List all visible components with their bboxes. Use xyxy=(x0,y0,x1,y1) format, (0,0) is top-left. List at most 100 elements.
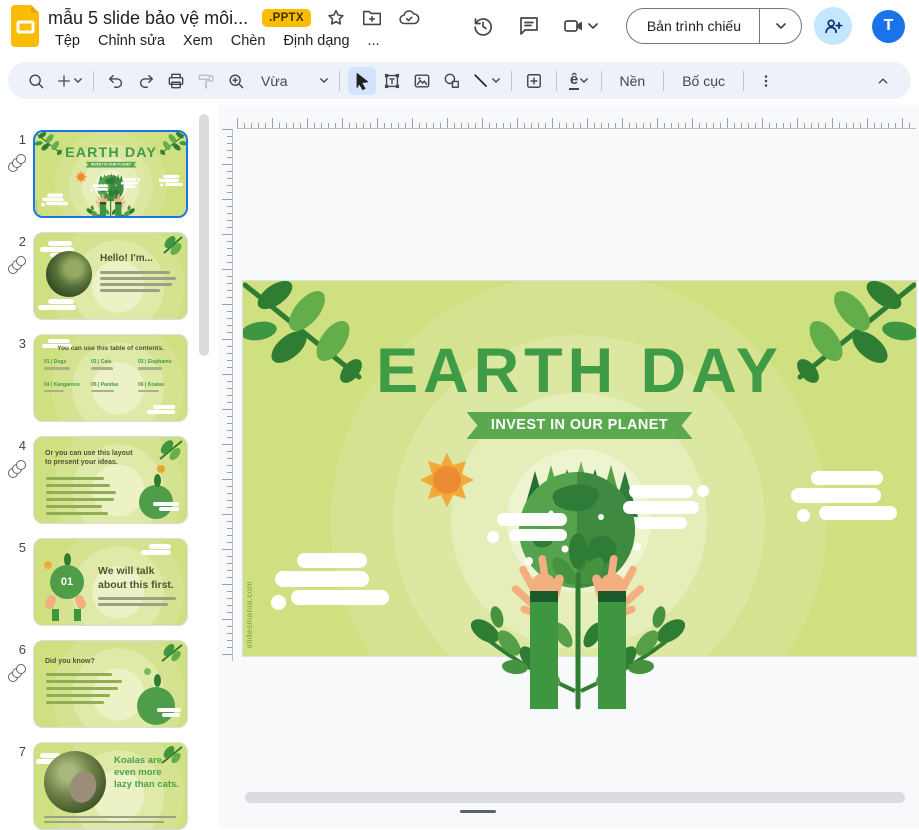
filmstrip-row-2: 2 Hello! I'm... xyxy=(0,232,218,320)
layout-button[interactable]: Bố cục xyxy=(672,69,735,93)
file-type-badge: .PPTX xyxy=(262,9,311,27)
document-title[interactable]: mẫu 5 slide bảo vệ môi... xyxy=(48,8,248,29)
slide5-body-lines xyxy=(98,597,176,606)
transition-indicator-icon[interactable] xyxy=(8,256,28,276)
menu-view[interactable]: Xem xyxy=(176,31,220,51)
new-slide-button[interactable] xyxy=(52,67,85,95)
sprout-graphic xyxy=(154,674,161,687)
version-history-button[interactable] xyxy=(460,6,506,46)
insert-line-button[interactable] xyxy=(468,67,503,95)
leaf-graphic xyxy=(154,643,184,667)
menu-bar: Tệp Chỉnh sửa Xem Chèn Định dạng ... xyxy=(48,31,387,51)
print-button[interactable] xyxy=(162,67,190,95)
more-options-button[interactable] xyxy=(752,67,780,95)
slide-thumbnail-5[interactable]: 01 We will talk about this first. xyxy=(33,538,188,626)
google-slides-logo-icon[interactable] xyxy=(11,5,41,47)
menu-format[interactable]: Định dạng xyxy=(276,31,356,51)
meet-button[interactable] xyxy=(552,6,608,46)
paint-format-button[interactable] xyxy=(192,67,220,95)
zoom-in-button[interactable] xyxy=(222,67,250,95)
filmstrip-row-5: 5 01 We will talk about this first. xyxy=(0,538,218,626)
chevron-down-icon xyxy=(320,78,328,83)
zoom-in-icon xyxy=(226,71,246,91)
transition-indicator-icon[interactable] xyxy=(8,664,28,684)
search-menus-button[interactable] xyxy=(22,67,50,95)
menu-insert[interactable]: Chèn xyxy=(224,31,273,51)
cloud-graphic xyxy=(38,299,82,313)
share-button[interactable] xyxy=(814,7,852,45)
cloud-graphic xyxy=(147,405,181,415)
slide2-photo xyxy=(46,251,92,297)
leaf-graphic xyxy=(150,439,184,465)
menu-overflow[interactable]: ... xyxy=(361,31,387,51)
menu-edit[interactable]: Chỉnh sửa xyxy=(91,31,172,51)
chevron-down-icon xyxy=(588,23,598,29)
toc-item: 01 | Dogs xyxy=(44,359,85,365)
document-title-row: mẫu 5 slide bảo vệ môi... .PPTX xyxy=(48,6,421,30)
transition-indicator-icon[interactable] xyxy=(8,154,28,174)
cloud-graphic xyxy=(157,708,185,717)
select-tool-button[interactable] xyxy=(348,67,376,95)
slide-title-text[interactable]: EARTH DAY xyxy=(243,335,916,407)
slide-thumbnail-2[interactable]: Hello! I'm... xyxy=(33,232,188,320)
filmstrip-scrollbar[interactable] xyxy=(199,114,209,356)
present-button[interactable]: Bản trình chiếu xyxy=(627,18,759,34)
slide-thumbnail-6[interactable]: Did you know? xyxy=(33,640,188,728)
toolbar: Vừa ê Nền Bố cục xyxy=(8,62,911,99)
transition-indicator-icon[interactable] xyxy=(8,460,28,480)
star-icon[interactable] xyxy=(325,7,347,29)
canvas-horizontal-scrollbar[interactable] xyxy=(245,792,905,803)
present-options-button[interactable] xyxy=(759,8,801,44)
redo-icon xyxy=(136,71,156,91)
slide-filmstrip: 1 xyxy=(0,105,218,828)
slide-thumbnail-4[interactable]: Or you can use this layout to present yo… xyxy=(33,436,188,524)
move-to-folder-icon[interactable] xyxy=(361,7,383,29)
person-add-icon xyxy=(822,15,844,37)
filmstrip-row-1: 1 xyxy=(0,130,218,218)
toolbar-separator xyxy=(743,71,744,91)
input-tools-button[interactable]: ê xyxy=(565,67,593,95)
line-icon xyxy=(471,71,491,91)
input-tools-icon: ê xyxy=(569,72,579,90)
insert-image-button[interactable] xyxy=(408,67,436,95)
collapse-menus-button[interactable] xyxy=(869,67,897,95)
slide3-toc-grid: 01 | Dogs 02 | Cats 03 | Elephants 04 | … xyxy=(44,359,179,392)
image-icon xyxy=(412,71,432,91)
chevron-up-icon xyxy=(874,72,892,90)
bee-graphic xyxy=(144,668,151,675)
leaf-graphic xyxy=(156,235,184,259)
more-vertical-icon xyxy=(757,72,775,90)
cloud-graphic xyxy=(153,502,183,511)
slide-canvas[interactable]: EARTH DAY INVEST IN OUR PLANET xyxy=(243,281,916,656)
header-actions: Bản trình chiếu T xyxy=(460,6,909,46)
slide-number: 3 xyxy=(0,336,26,351)
slide6-title: Did you know? xyxy=(45,657,137,666)
account-avatar[interactable]: T xyxy=(872,10,905,43)
slide3-title: You can use this table of contents. xyxy=(34,345,187,352)
zoom-select[interactable]: Vừa xyxy=(252,67,331,95)
slide7-body-lines xyxy=(44,816,179,824)
comments-button[interactable] xyxy=(506,6,552,46)
speaker-notes-resize-handle[interactable] xyxy=(460,810,496,813)
toc-item: 03 | Elephants xyxy=(138,359,179,365)
background-button[interactable]: Nền xyxy=(610,69,656,93)
insert-shape-button[interactable] xyxy=(438,67,466,95)
slide7-title: Koalas are even more lazy than cats. xyxy=(114,755,180,791)
editor-canvas[interactable]: EARTH DAY INVEST IN OUR PLANET xyxy=(218,105,919,828)
text-box-button[interactable] xyxy=(378,67,406,95)
hand-graphic xyxy=(44,594,58,610)
present-button-group: Bản trình chiếu xyxy=(626,8,802,44)
earth-day-illustration xyxy=(369,429,789,719)
slide-thumbnail-7[interactable]: Koalas are even more lazy than cats. xyxy=(33,742,188,830)
history-icon xyxy=(471,14,495,38)
cloud-status-icon[interactable] xyxy=(397,7,421,29)
insert-comment-button[interactable] xyxy=(520,67,548,95)
menu-file[interactable]: Tệp xyxy=(48,31,87,51)
redo-button[interactable] xyxy=(132,67,160,95)
undo-button[interactable] xyxy=(102,67,130,95)
paint-roller-icon xyxy=(196,71,216,91)
arm-graphic xyxy=(52,609,59,621)
slide-thumbnail-3[interactable]: You can use this table of contents. 01 |… xyxy=(33,334,188,422)
slide-thumbnail-1[interactable]: EARTH DAY INVEST IN OUR PLANET xyxy=(33,130,188,218)
cloud-graphic xyxy=(141,544,177,556)
